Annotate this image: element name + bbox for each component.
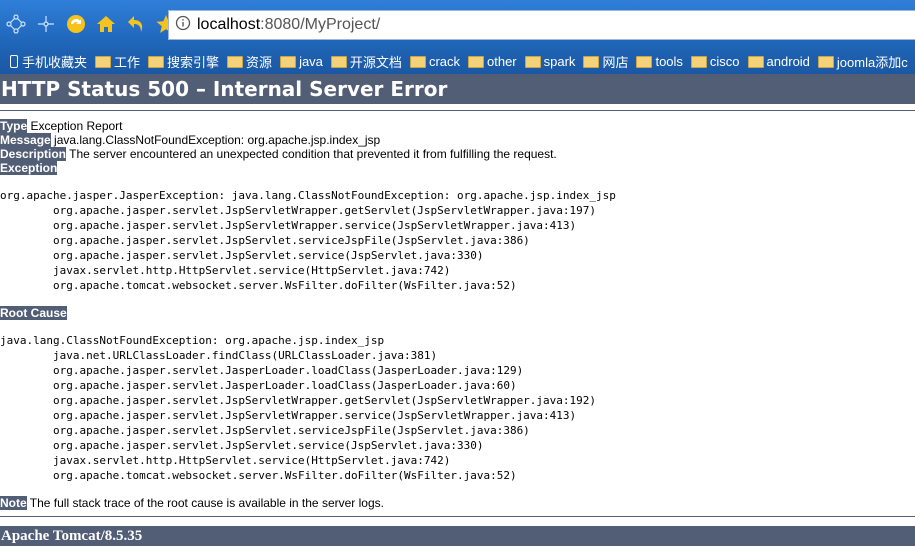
info-icon[interactable] [175,15,191,35]
note-label: Note [0,496,27,510]
folder-icon [330,56,347,68]
folder-icon [468,56,484,68]
bookmark-folder-android[interactable]: android [747,54,810,69]
bookmark-folder-shop[interactable]: 网店 [583,52,628,71]
root-cause-label: Root Cause [0,306,67,320]
folder-icon [148,56,165,68]
folder-icon [280,56,297,68]
folder-icon [817,56,834,68]
network-icon[interactable] [4,12,28,36]
exception-trace: org.apache.jasper.JasperException: java.… [0,189,616,292]
folder-icon [227,56,244,68]
description-line: Description The server encountered an un… [0,147,915,161]
divider [0,110,915,111]
root-cause-line: Root Cause [0,306,915,320]
message-label: Message [0,133,51,147]
folder-icon [747,56,764,68]
message-value: java.lang.ClassNotFoundException: org.ap… [50,133,381,147]
bookmark-folder-crack[interactable]: crack [409,54,460,69]
description-value: The server encountered an unexpected con… [66,147,557,161]
note-value: The full stack trace of the root cause i… [26,496,384,510]
folder-icon [690,56,707,68]
bookmark-folder-work[interactable]: 工作 [95,52,140,71]
folder-icon [95,56,112,68]
description-label: Description [0,147,67,161]
bookmark-folder-spark[interactable]: spark [524,54,575,69]
folder-icon [524,56,541,68]
back-icon[interactable] [124,12,148,36]
exception-line: Exception [0,161,915,175]
exception-label: Exception [0,161,58,175]
home-icon[interactable] [94,12,118,36]
type-value: Exception Report [27,119,123,133]
page-content: HTTP Status 500 – Internal Server Error … [0,74,915,546]
bookmarks-bar: 手机收藏夹 工作 搜索引擎 资源 java 开源文档 crack other s… [0,48,915,74]
network-icon-2[interactable] [34,12,58,36]
bookmark-folder-search[interactable]: 搜索引擎 [148,52,219,71]
page-title: HTTP Status 500 – Internal Server Error [0,74,915,104]
bookmark-folder-tools[interactable]: tools [636,54,683,69]
bookmark-folder-other[interactable]: other [468,54,517,69]
bookmark-folder-resources[interactable]: 资源 [227,52,272,71]
divider [0,516,915,517]
server-footer: Apache Tomcat/8.5.35 [0,526,915,546]
refresh-icon[interactable] [64,12,88,36]
type-line: Type Exception Report [0,119,915,133]
root-cause-trace: java.lang.ClassNotFoundException: org.ap… [0,334,597,482]
folder-icon [409,56,426,68]
nav-icons [4,10,178,38]
folder-icon [583,56,600,68]
bookmark-folder-opensource[interactable]: 开源文档 [330,52,402,71]
bookmark-folder-java[interactable]: java [280,54,323,69]
address-url[interactable]: localhost:8080/MyProject/ [197,16,380,34]
browser-toolbar: localhost:8080/MyProject/ [0,0,915,48]
bookmark-folder-joomla[interactable]: joomla添加c [817,52,908,71]
message-line: Message java.lang.ClassNotFoundException… [0,133,915,147]
phone-icon [10,54,18,68]
address-bar[interactable]: localhost:8080/MyProject/ [168,10,915,40]
bookmark-folder-cisco[interactable]: cisco [690,54,740,69]
folder-icon [636,56,653,68]
bookmark-mobile[interactable]: 手机收藏夹 [10,52,87,71]
note-line: Note The full stack trace of the root ca… [0,496,915,510]
type-label: Type [0,119,28,133]
